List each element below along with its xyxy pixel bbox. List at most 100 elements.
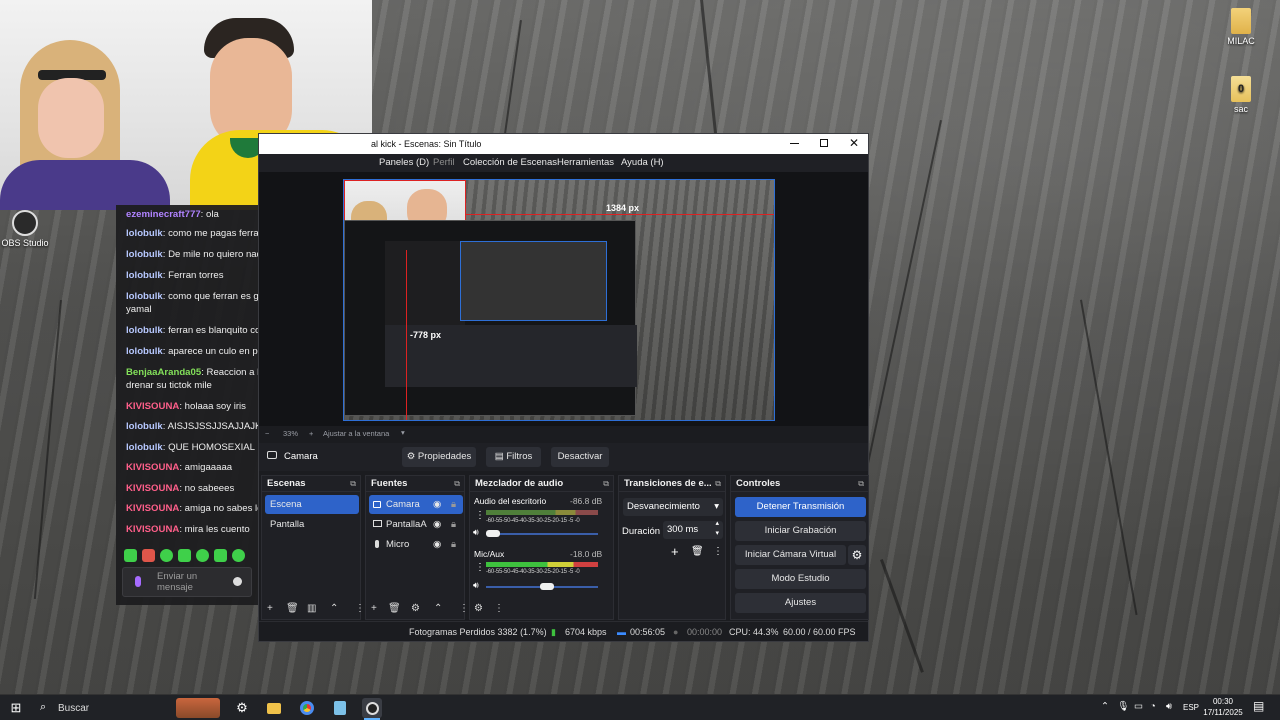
visibility-eye-icon[interactable]: ◉ xyxy=(433,495,441,514)
dropped-frames: Fotogramas Perdidos 3382 (1.7%) xyxy=(409,627,547,637)
filter-icon[interactable]: ▥ xyxy=(307,603,316,614)
taskbar-search[interactable]: ⌕ Buscar xyxy=(34,697,224,719)
more-icon[interactable]: ⋮ xyxy=(459,603,469,614)
visibility-eye-icon[interactable]: ◉ xyxy=(433,515,441,534)
channel-options-icon[interactable]: ⋮ xyxy=(475,562,485,573)
emote-icon[interactable] xyxy=(196,549,209,562)
clock[interactable]: 00:30 17/11/2025 xyxy=(1201,696,1245,718)
menu-paneles[interactable]: Paneles (D) xyxy=(379,157,429,168)
desktop-icon-obs[interactable]: OBS Studio xyxy=(0,210,53,248)
menu-perfil[interactable]: Perfil xyxy=(433,157,455,168)
desktop-icon-milac[interactable]: MILAC xyxy=(1213,8,1269,46)
trash-icon[interactable]: 🗑 xyxy=(388,603,401,614)
emote-icon[interactable] xyxy=(142,549,155,562)
gear-icon[interactable]: ⚙ xyxy=(411,603,420,614)
studio-mode-button[interactable]: Modo Estudio xyxy=(735,569,866,589)
volume-icon[interactable]: 🔊︎ xyxy=(1166,701,1172,712)
undock-icon[interactable]: ⧉ xyxy=(454,476,460,492)
lock-icon[interactable]: 🔒︎ xyxy=(451,515,456,534)
preview-width-guide xyxy=(466,214,774,215)
source-toolbar: Camara ⚙ Propiedades ▤ Filtros Desactiva… xyxy=(259,443,868,471)
language-indicator[interactable]: ESP xyxy=(1183,703,1199,712)
undock-icon[interactable]: ⧉ xyxy=(858,476,864,492)
chat-message: KIVISOUNA: no sabeees xyxy=(126,483,235,494)
volume-slider-fill[interactable] xyxy=(540,583,554,590)
emote-icon[interactable] xyxy=(160,549,173,562)
emote-icon[interactable] xyxy=(232,549,245,562)
windows-start-icon[interactable]: ⊞ xyxy=(6,698,26,718)
filters-button[interactable]: ▤ Filtros xyxy=(486,447,541,467)
stop-stream-button[interactable]: Detener Transmisión xyxy=(735,497,866,517)
emote-icon[interactable] xyxy=(214,549,227,562)
menu-ayuda[interactable]: Ayuda (H) xyxy=(621,157,664,168)
file-icon: 0 xyxy=(1231,76,1251,102)
zoom-in-button[interactable]: + xyxy=(309,429,313,438)
minimize-icon[interactable] xyxy=(790,143,799,144)
chat-message-input[interactable]: Enviar un mensaje xyxy=(122,567,252,597)
display-icon xyxy=(373,520,382,527)
zoom-out-button[interactable]: − xyxy=(265,429,269,438)
start-virtual-camera-button[interactable]: Iniciar Cámara Virtual xyxy=(735,545,846,565)
source-item-pantalla[interactable]: PantallaA ◉ 🔒︎ xyxy=(369,515,463,534)
lock-icon[interactable]: 🔒︎ xyxy=(451,535,456,554)
move-up-icon[interactable]: ⌃ xyxy=(434,603,442,614)
lock-icon[interactable]: 🔒︎ xyxy=(451,495,456,514)
network-icon[interactable]: ◔ xyxy=(1150,701,1156,712)
file-explorer-icon[interactable] xyxy=(264,698,284,718)
emoji-icon[interactable] xyxy=(233,577,242,586)
scene-item-pantalla[interactable]: Pantalla xyxy=(265,515,359,534)
emote-icon[interactable] xyxy=(178,549,191,562)
deactivate-button[interactable]: Desactivar xyxy=(551,447,609,467)
add-icon[interactable]: + xyxy=(267,603,273,614)
menu-herramientas[interactable]: Herramientas xyxy=(557,157,614,168)
undock-icon[interactable]: ⧉ xyxy=(350,476,356,492)
speaker-icon[interactable]: 🔊︎ xyxy=(473,580,479,591)
virtual-camera-settings-button[interactable]: ⚙ xyxy=(848,545,866,565)
settings-button[interactable]: Ajustes xyxy=(735,593,866,613)
menu-coleccion-escenas[interactable]: Colección de Escenas xyxy=(463,157,557,168)
scene-item-escena[interactable]: Escena xyxy=(265,495,359,514)
undock-icon[interactable]: ⧉ xyxy=(715,476,721,492)
duration-input[interactable]: 300 ms ▴ ▾ xyxy=(663,519,723,539)
emote-icon[interactable] xyxy=(124,549,137,562)
source-item-camara[interactable]: Camara ◉ 🔒︎ xyxy=(369,495,463,514)
display-icon[interactable]: ▭ xyxy=(1134,701,1143,712)
window-titlebar[interactable]: al kick - Escenas: Sin Título ✕ xyxy=(259,134,868,154)
volume-slider[interactable] xyxy=(486,530,598,537)
add-icon[interactable]: + xyxy=(371,603,377,614)
volume-slider-fill[interactable] xyxy=(486,530,500,537)
add-icon[interactable]: + xyxy=(671,544,679,559)
start-recording-button[interactable]: Iniciar Grabación xyxy=(735,521,866,541)
stepper-icon[interactable]: ▴ ▾ xyxy=(715,519,719,539)
source-item-micro[interactable]: Micro ◉ 🔒︎ xyxy=(369,535,463,554)
chrome-icon[interactable] xyxy=(297,698,317,718)
speaker-icon[interactable]: 🔊︎ xyxy=(473,527,479,538)
mixer-settings-icon[interactable]: ⚙ xyxy=(474,603,483,614)
volume-slider[interactable] xyxy=(486,583,598,590)
stream-preview[interactable]: 1384 px -778 px xyxy=(343,179,775,421)
settings-app-icon[interactable]: ⚙ xyxy=(232,698,252,718)
tray-overflow-icon[interactable]: ⌃ xyxy=(1101,701,1109,712)
more-icon[interactable]: ⋮ xyxy=(494,603,504,614)
more-icon[interactable]: ⋮ xyxy=(713,546,723,557)
notifications-icon[interactable]: ▤ xyxy=(1253,699,1264,713)
move-up-icon[interactable]: ⌃ xyxy=(330,603,338,614)
microphone-icon[interactable]: 🎙︎ xyxy=(1117,701,1129,712)
desktop-icon-sac[interactable]: 0 sac xyxy=(1213,76,1269,114)
obs-taskbar-icon[interactable] xyxy=(362,698,382,718)
more-icon[interactable]: ⋮ xyxy=(355,603,365,614)
fit-to-window-option[interactable]: Ajustar a la ventana xyxy=(323,429,389,438)
transition-select[interactable]: Desvanecimiento ▾ xyxy=(623,498,723,516)
maximize-icon[interactable] xyxy=(820,139,828,147)
trash-icon[interactable]: 🗑 xyxy=(691,546,704,557)
undock-icon[interactable]: ⧉ xyxy=(603,476,609,492)
close-icon[interactable]: ✕ xyxy=(849,136,859,150)
channel-options-icon[interactable]: ⋮ xyxy=(475,510,485,521)
visibility-eye-icon[interactable]: ◉ xyxy=(433,535,441,554)
chevron-down-icon[interactable]: ▾ xyxy=(401,428,405,437)
mixer-dock-footer: ⚙ ⋮ xyxy=(470,601,613,619)
trash-icon[interactable]: 🗑 xyxy=(286,603,299,614)
notepad-icon[interactable] xyxy=(330,698,350,718)
microphone-icon[interactable] xyxy=(135,576,141,587)
properties-button[interactable]: ⚙ Propiedades xyxy=(402,447,476,467)
